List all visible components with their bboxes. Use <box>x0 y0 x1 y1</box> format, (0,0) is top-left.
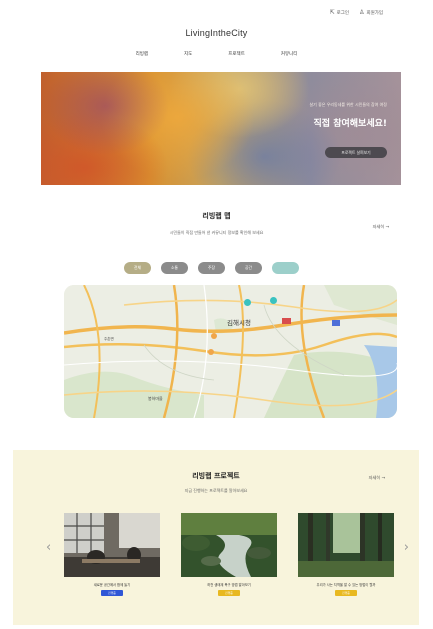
map-label-town: 주촌면 <box>104 337 114 341</box>
project-image-stream <box>181 513 277 577</box>
map-label-park: 봉하마을 <box>148 396 163 401</box>
map-pin-orange[interactable] <box>208 349 214 355</box>
carousel-next-icon[interactable]: › <box>404 540 409 555</box>
project-carousel: 새로운 공간에서 함께 놀기 진행중 하천 생태계 복구 방법 알아보기 진행중 <box>64 513 394 596</box>
livinglab-map-more-link[interactable]: 자세히 → <box>373 224 389 230</box>
projects-section: 리빙랩 프로젝트 지금 진행하는 프로젝트를 알아보세요 자세히 → ‹ › 새… <box>13 450 419 625</box>
project-status-badge: 진행중 <box>335 590 357 596</box>
main-nav: 리빙랩 지도 프로젝트 커뮤니티 <box>0 51 433 57</box>
map-pin-teal[interactable] <box>244 299 251 306</box>
project-caption: 우리가 사는 지역을 알 수 있는 방법이 뭘까 <box>316 583 376 587</box>
map-pin-teal[interactable] <box>270 297 277 304</box>
carousel-prev-icon[interactable]: ‹ <box>46 540 51 555</box>
filter-all[interactable]: 전체 <box>124 262 151 274</box>
hero-cta-button[interactable]: 프로젝트 살펴보기 <box>325 147 387 158</box>
project-image-cafe <box>64 513 160 577</box>
filter-space[interactable]: 공간 <box>235 262 262 274</box>
map-pin-orange[interactable] <box>211 333 217 339</box>
hero-subtitle: 살기 좋은 우리동네를 위한 시민들의 참여 여정 <box>309 102 387 107</box>
project-caption: 하천 생태계 복구 방법 알아보기 <box>207 583 251 587</box>
livinglab-map-title: 리빙랩 맵 <box>202 212 231 220</box>
nav-community[interactable]: 커뮤니티 <box>281 51 298 57</box>
filter-claim[interactable]: 주장 <box>198 262 225 274</box>
project-status-badge: 진행중 <box>218 590 240 596</box>
project-card[interactable]: 우리가 사는 지역을 알 수 있는 방법이 뭘까 진행중 <box>298 513 394 596</box>
nav-livinglab[interactable]: 리빙랩 <box>136 51 148 57</box>
utility-bar: ⇱ 로그인 ♙ 회원가입 <box>330 9 383 16</box>
nav-map[interactable]: 지도 <box>184 51 192 57</box>
map-canvas <box>64 285 397 418</box>
highway-marker <box>332 320 340 326</box>
project-caption: 새로운 공간에서 함께 놀기 <box>93 583 131 587</box>
nav-project[interactable]: 프로젝트 <box>228 51 245 57</box>
filter-communication[interactable]: 소통 <box>161 262 188 274</box>
site-logo[interactable]: LivingIntheCity <box>0 28 433 38</box>
projects-subtitle: 지금 진행하는 프로젝트를 알아보세요 <box>184 488 248 493</box>
filter-extra[interactable] <box>272 262 299 274</box>
project-card[interactable]: 하천 생태계 복구 방법 알아보기 진행중 <box>181 513 277 596</box>
user-icon: ♙ <box>359 9 365 16</box>
login-link[interactable]: ⇱ 로그인 <box>330 9 349 16</box>
projects-title: 리빙랩 프로젝트 <box>192 472 240 480</box>
projects-more-link[interactable]: 자세히 → <box>369 475 385 481</box>
livinglab-map-subtitle: 시민들이 직접 만들어 낸 커뮤니티 정보를 확인해 보세요 <box>169 230 264 235</box>
login-icon: ⇱ <box>329 9 335 16</box>
hero-banner: 살기 좋은 우리동네를 위한 시민들의 참여 여정 직접 참여해보세요! 프로젝… <box>41 72 401 185</box>
project-status-badge: 진행중 <box>101 590 123 596</box>
project-image-forest <box>298 513 394 577</box>
highway-marker <box>282 318 291 324</box>
project-card[interactable]: 새로운 공간에서 함께 놀기 진행중 <box>64 513 160 596</box>
signup-link[interactable]: ♙ 회원가입 <box>359 9 383 16</box>
map-label-city: 김해시청 <box>227 319 251 327</box>
hero-title: 직접 참여해보세요! <box>313 119 387 129</box>
livinglab-map[interactable]: 김해시청 봉하마을 주촌면 <box>64 285 397 418</box>
map-filters: 전체 소통 주장 공간 <box>124 262 299 274</box>
